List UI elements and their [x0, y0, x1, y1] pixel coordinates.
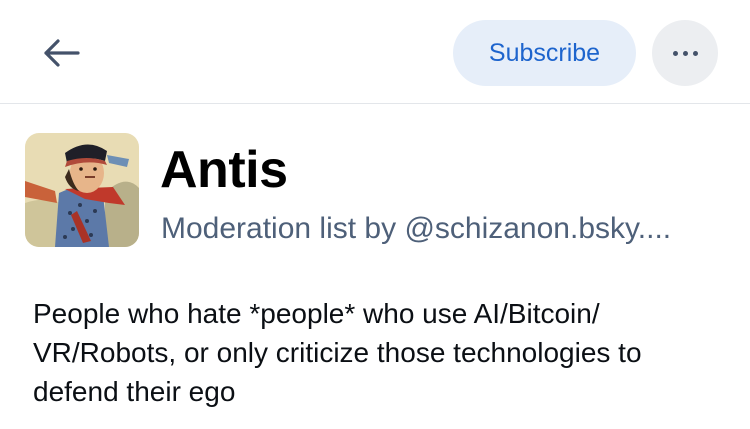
list-title: Antis [160, 141, 288, 199]
back-button[interactable] [36, 30, 86, 76]
list-description: People who hate *people* who use AI/Bitc… [33, 298, 642, 407]
subscribe-button[interactable]: Subscribe [453, 20, 636, 86]
list-header: Subscribe [0, 0, 750, 104]
list-avatar [25, 133, 139, 247]
ellipsis-icon [672, 50, 698, 56]
arrow-left-icon [44, 39, 80, 67]
more-options-button[interactable] [652, 20, 718, 86]
list-subtitle[interactable]: Moderation list by @schizanon.bsky.... [161, 208, 731, 250]
